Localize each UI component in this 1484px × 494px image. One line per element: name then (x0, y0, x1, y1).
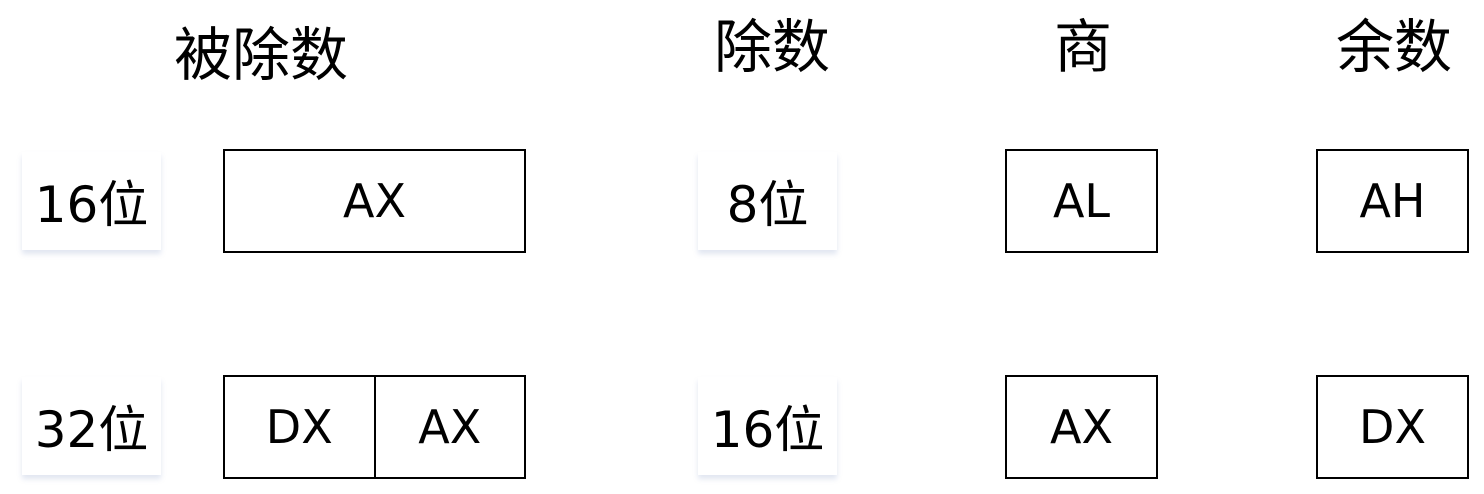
row2-dividend-low-register: AX (373, 377, 525, 477)
row2-dividend-high-register: DX (265, 400, 333, 454)
row1-dividend-size-label: 16位 (22, 152, 161, 250)
header-divisor: 除数 (714, 13, 831, 81)
row1-quotient-register-box: AL (1005, 149, 1158, 253)
row2-remainder-register-box: DX (1316, 375, 1469, 479)
header-dividend: 被除数 (174, 21, 349, 89)
header-quotient: 商 (1054, 13, 1113, 81)
row1-divisor-size-label: 8位 (698, 152, 837, 250)
row2-divisor-size-label: 16位 (698, 377, 837, 475)
header-remainder: 余数 (1336, 13, 1453, 81)
row1-dividend-register-box: AX (223, 149, 526, 253)
row2-quotient-register-box: AX (1005, 375, 1158, 479)
row1-remainder-register-box: AH (1316, 149, 1469, 253)
row2-dividend-size-label: 32位 (22, 377, 161, 475)
row2-dividend-register-pair: DX AX (223, 375, 526, 479)
